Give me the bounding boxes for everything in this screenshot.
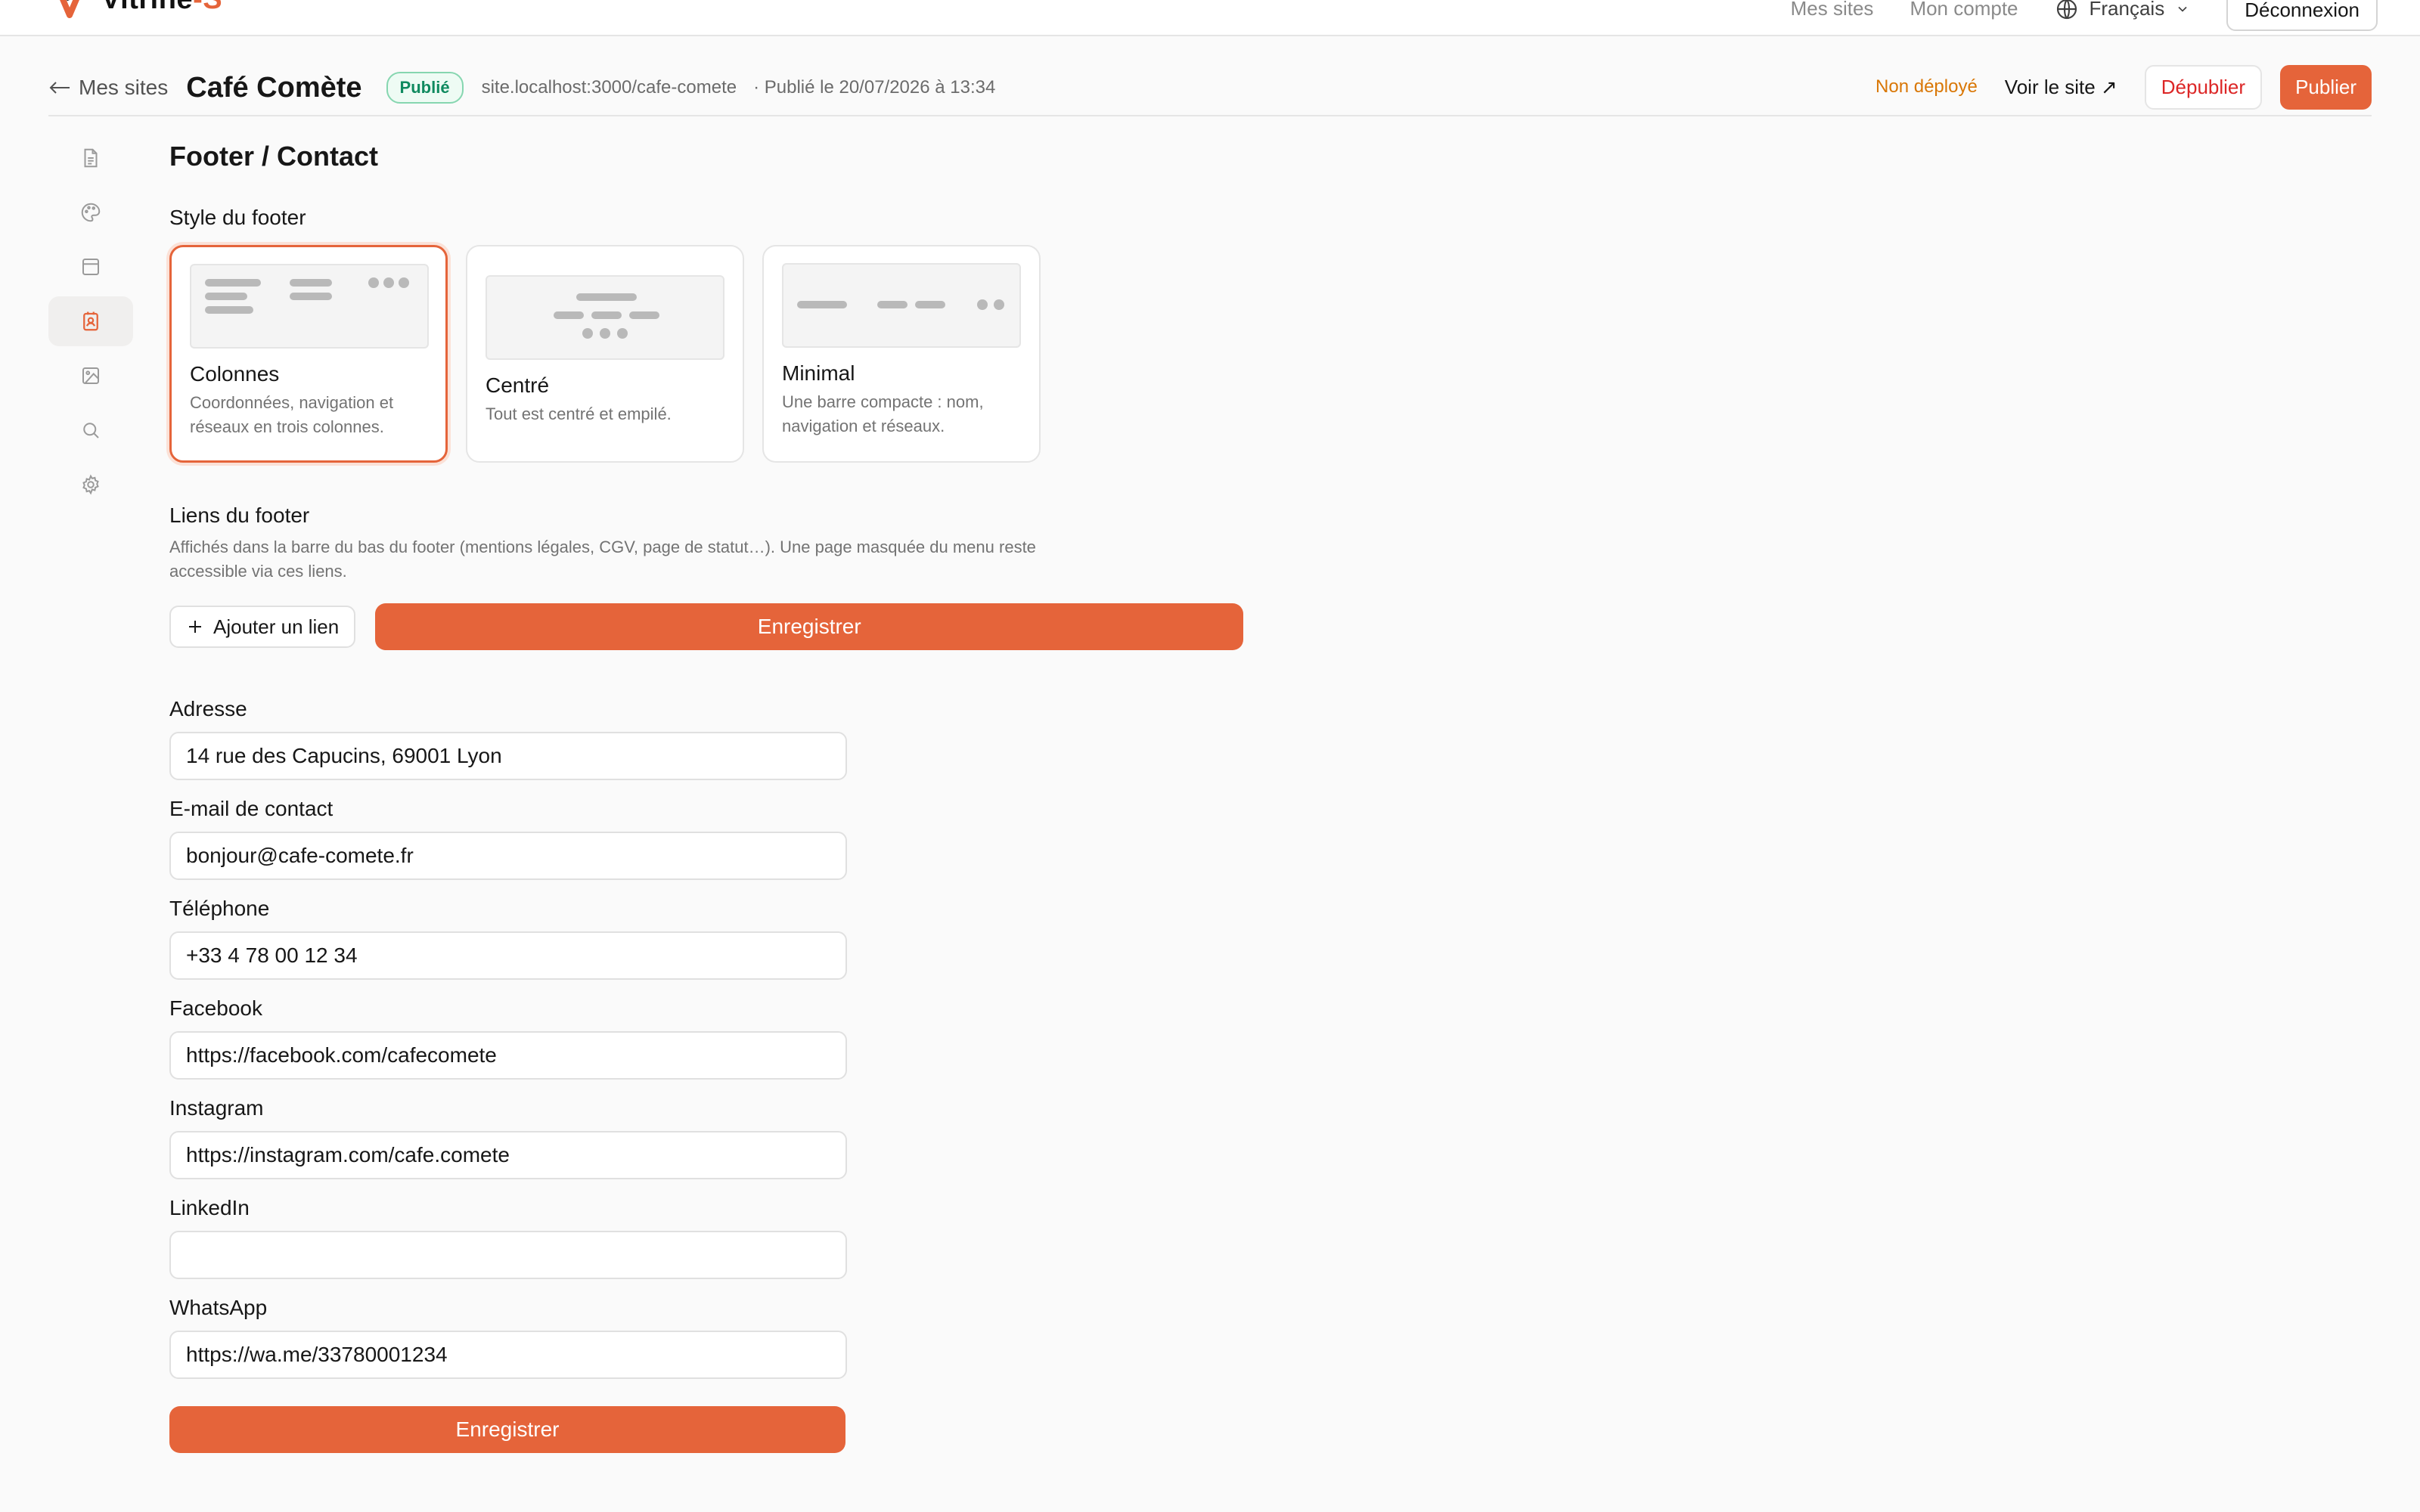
footer-links-description: Affichés dans la barre du bas du footer … bbox=[169, 538, 1036, 581]
status-badge: Publié bbox=[386, 72, 464, 104]
save-links-button[interactable]: Enregistrer bbox=[375, 603, 1244, 650]
nav-my-account[interactable]: Mon compte bbox=[1910, 0, 2018, 20]
sidebar-item-contact[interactable] bbox=[48, 296, 133, 346]
linkedin-input[interactable] bbox=[169, 1231, 847, 1279]
globe-icon bbox=[2056, 0, 2077, 19]
contact-icon bbox=[83, 311, 98, 331]
footer-style-minimal[interactable]: Minimal Une barre compacte : nom, naviga… bbox=[762, 245, 1041, 463]
facebook-input[interactable] bbox=[169, 1031, 847, 1080]
top-navigation: Vitrine-S Mes sites Mon compte Français … bbox=[0, 0, 2420, 36]
phone-input[interactable] bbox=[169, 931, 847, 980]
language-selector[interactable]: Français bbox=[2055, 0, 2191, 21]
instagram-input[interactable] bbox=[169, 1131, 847, 1179]
add-link-label: Ajouter un lien bbox=[213, 615, 340, 638]
sidebar-item-settings[interactable] bbox=[48, 460, 133, 510]
view-site-link[interactable]: Voir le site ↗ bbox=[2005, 76, 2118, 99]
style-description: Coordonnées, navigation et réseaux en tr… bbox=[190, 393, 394, 436]
chevron-down-icon bbox=[2178, 6, 2187, 12]
style-title: Minimal bbox=[782, 361, 855, 385]
style-title: Colonnes bbox=[190, 362, 280, 386]
main-content: Footer / Contact Style du footer Colonne… bbox=[169, 133, 1258, 1453]
style-description: Une barre compacte : nom, navigation et … bbox=[782, 392, 984, 435]
whatsapp-label: WhatsApp bbox=[169, 1296, 268, 1319]
contact-form: Adresse E-mail de contact Téléphone Face… bbox=[169, 697, 1258, 1453]
language-label: Français bbox=[2089, 0, 2165, 20]
site-url[interactable]: site.localhost:3000/cafe-comete bbox=[482, 77, 737, 98]
sidebar-item-theme[interactable] bbox=[48, 187, 133, 237]
footer-links-label: Liens du footer bbox=[169, 503, 310, 527]
sidebar-item-pages[interactable] bbox=[48, 133, 133, 183]
columns-preview bbox=[190, 264, 429, 349]
linkedin-label: LinkedIn bbox=[169, 1196, 250, 1219]
deploy-status: Non déployé bbox=[1876, 76, 1978, 97]
site-title: Café Comète bbox=[186, 71, 362, 104]
arrow-left-icon bbox=[49, 82, 70, 94]
publish-button[interactable]: Publier bbox=[2280, 64, 2372, 110]
image-icon bbox=[82, 367, 99, 384]
footer-style-columns[interactable]: Colonnes Coordonnées, navigation et rése… bbox=[169, 245, 448, 463]
save-contact-button[interactable]: Enregistrer bbox=[169, 1406, 845, 1453]
back-label: Mes sites bbox=[79, 76, 169, 99]
email-label: E-mail de contact bbox=[169, 797, 334, 820]
plus-icon bbox=[189, 621, 201, 633]
published-date: · Publié le 20/07/2026 à 13:34 bbox=[753, 77, 996, 98]
brand[interactable]: Vitrine-S bbox=[53, 0, 222, 18]
facebook-label: Facebook bbox=[169, 996, 262, 1020]
nav-my-sites[interactable]: Mes sites bbox=[1791, 0, 1874, 20]
palette-icon bbox=[81, 203, 101, 222]
centered-preview bbox=[486, 275, 724, 360]
email-field[interactable] bbox=[169, 832, 847, 880]
style-description: Tout est centré et empilé. bbox=[486, 404, 672, 423]
sidebar-item-media[interactable] bbox=[48, 351, 133, 401]
footer-style-label: Style du footer bbox=[169, 206, 306, 229]
v-logo-icon bbox=[60, 0, 79, 18]
page-title: Footer / Contact bbox=[169, 141, 378, 172]
footer-style-options: Colonnes Coordonnées, navigation et rése… bbox=[169, 245, 1258, 463]
back-to-sites-link[interactable]: Mes sites bbox=[48, 76, 168, 100]
address-input[interactable] bbox=[169, 732, 847, 780]
address-label: Adresse bbox=[169, 697, 247, 720]
gear-icon bbox=[82, 474, 99, 495]
phone-label: Téléphone bbox=[169, 897, 270, 920]
layout-icon bbox=[82, 259, 99, 275]
logout-button[interactable]: Déconnexion bbox=[2226, 0, 2378, 31]
minimal-preview bbox=[782, 263, 1021, 348]
footer-style-centered[interactable]: Centré Tout est centré et empilé. bbox=[466, 245, 744, 463]
site-header: Mes sites Café Comète Publié site.localh… bbox=[48, 60, 2372, 116]
search-icon bbox=[83, 423, 99, 438]
style-title: Centré bbox=[486, 373, 550, 397]
file-text-icon bbox=[84, 148, 98, 168]
whatsapp-input[interactable] bbox=[169, 1331, 847, 1379]
sidebar-item-seo[interactable] bbox=[48, 405, 133, 455]
instagram-label: Instagram bbox=[169, 1096, 264, 1120]
sidebar-item-layout[interactable] bbox=[48, 242, 133, 292]
editor-sidebar bbox=[48, 133, 133, 514]
brand-name: Vitrine-S bbox=[101, 0, 222, 16]
add-link-button[interactable]: Ajouter un lien bbox=[169, 606, 356, 648]
unpublish-button[interactable]: Dépublier bbox=[2144, 64, 2263, 110]
